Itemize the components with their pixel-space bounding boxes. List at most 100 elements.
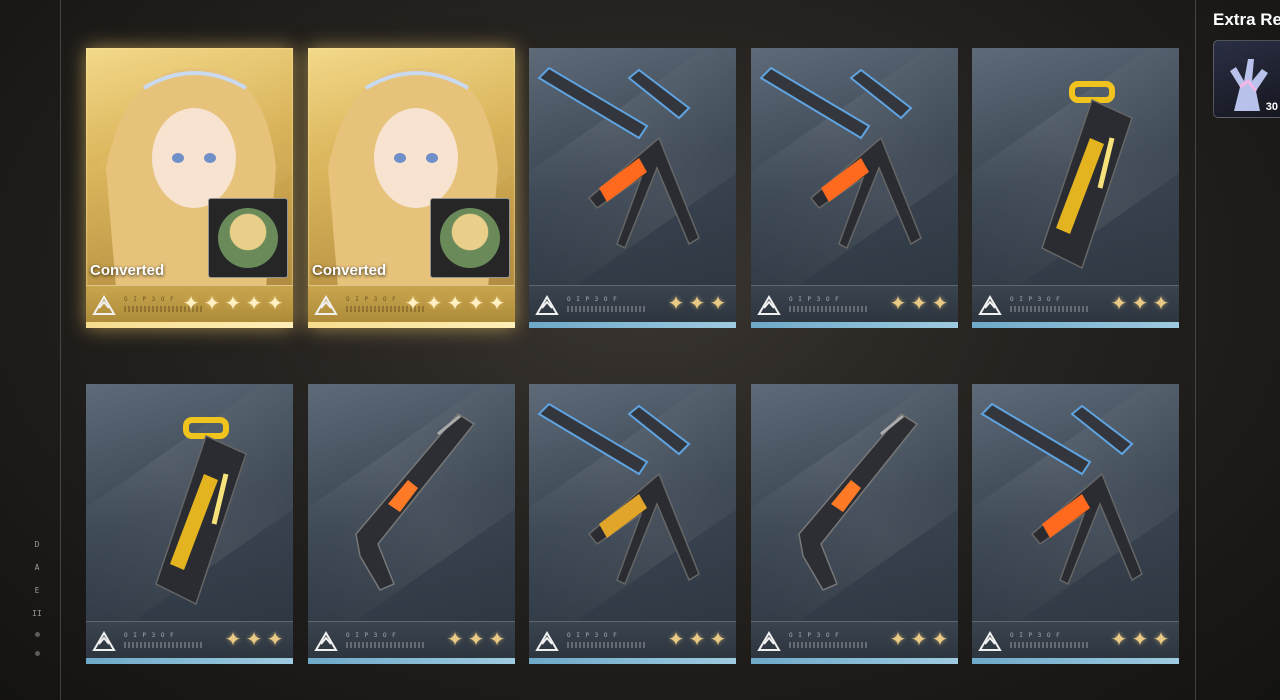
card-fine-print — [346, 642, 426, 648]
weapon-reward-card[interactable]: O I P 3 O F ✦ ✦ ✦ — [86, 384, 293, 664]
extra-rewards-panel: Extra Re 30 — [1205, 10, 1280, 118]
card-code: O I P 3 O F — [124, 632, 175, 639]
star-icon: ✦ — [1152, 293, 1170, 315]
card-footer: O I P 3 O F ✦ ✦ ✦ — [972, 621, 1179, 664]
card-code: O I P 3 O F — [1010, 296, 1061, 303]
crossbow-weapon-art — [759, 66, 922, 250]
star-icon: ✦ — [688, 629, 706, 651]
wings-emblem-icon — [92, 295, 116, 315]
weapon-art-frame — [972, 384, 1179, 624]
star-icon: ✦ — [709, 629, 727, 651]
card-code: O I P 3 O F — [789, 632, 840, 639]
star-icon: ✦ — [425, 293, 443, 315]
card-code: O I P 3 O F — [124, 296, 175, 303]
launcher-weapon-art — [155, 417, 247, 606]
card-footer: O I P 3 O F ✦ ✦ ✦ — [529, 621, 736, 664]
card-code: O I P 3 O F — [567, 296, 618, 303]
pistol-type-icon — [314, 631, 338, 651]
star-icon: ✦ — [889, 629, 907, 651]
star-icon: ✦ — [467, 293, 485, 315]
launcher-weapon-art — [1041, 81, 1133, 270]
rarity-stars: ✦ ✦ ✦ — [445, 628, 507, 652]
avatar — [208, 198, 288, 278]
side-rail: D A E II — [30, 540, 44, 656]
star-icon: ✦ — [910, 629, 928, 651]
converted-label: Converted — [90, 262, 165, 279]
star-icon: ✦ — [467, 629, 485, 651]
weapon-reward-card[interactable]: O I P 3 O F ✦ ✦ ✦ — [529, 384, 736, 664]
star-icon: ✦ — [889, 293, 907, 315]
card-footer: O I P 3 O F ✦ ✦ ✦ — [86, 621, 293, 664]
weapon-art-frame — [308, 384, 515, 624]
star-icon: ✦ — [446, 293, 464, 315]
frame-line-left — [60, 0, 61, 700]
rarity-stars: ✦ ✦ ✦ — [666, 292, 728, 316]
star-icon: ✦ — [709, 293, 727, 315]
card-footer: O I P 3 O F ✦ ✦ ✦ — [751, 621, 958, 664]
side-rail-mark: D — [34, 540, 40, 549]
star-icon: ✦ — [1152, 629, 1170, 651]
star-icon: ✦ — [488, 293, 506, 315]
star-icon: ✦ — [266, 629, 284, 651]
pistol-weapon-art — [355, 413, 476, 591]
side-rail-mark: A — [34, 563, 40, 572]
card-code: O I P 3 O F — [1010, 632, 1061, 639]
weapon-art-frame — [972, 48, 1179, 288]
star-icon: ✦ — [667, 293, 685, 315]
converted-label: Converted — [312, 262, 387, 279]
star-icon: ✦ — [404, 293, 422, 315]
weapon-reward-card[interactable]: O I P 3 O F ✦ ✦ ✦ — [529, 48, 736, 328]
character-reward-card[interactable]: Converted O I P 3 O F ✦ ✦ ✦ ✦ ✦ — [86, 48, 293, 328]
crossbow-type-icon — [978, 631, 1002, 651]
card-fine-print — [789, 306, 869, 312]
card-footer: O I P 3 O F ✦ ✦ ✦ — [529, 285, 736, 328]
card-footer: O I P 3 O F ✦ ✦ ✦ ✦ ✦ — [86, 285, 293, 328]
weapon-art-frame — [751, 48, 958, 288]
extra-rewards-title: Extra Re — [1213, 10, 1280, 29]
card-footer: O I P 3 O F ✦ ✦ ✦ — [972, 285, 1179, 328]
side-rail-dot — [34, 632, 40, 637]
card-fine-print — [567, 642, 647, 648]
rarity-stars: ✦ ✦ ✦ — [1109, 628, 1171, 652]
weapon-reward-card[interactable]: O I P 3 O F ✦ ✦ ✦ — [972, 384, 1179, 664]
weapon-reward-card[interactable]: O I P 3 O F ✦ ✦ ✦ — [308, 384, 515, 664]
card-footer: O I P 3 O F ✦ ✦ ✦ — [751, 285, 958, 328]
card-fine-print — [789, 642, 869, 648]
rarity-stars: ✦ ✦ ✦ — [888, 292, 950, 316]
crossbow-weapon-art — [537, 66, 700, 250]
rarity-stars: ✦ ✦ ✦ — [1109, 292, 1171, 316]
card-code: O I P 3 O F — [567, 632, 618, 639]
card-fine-print — [124, 642, 204, 648]
avatar-image — [218, 208, 278, 268]
extra-reward-item[interactable]: 30 — [1213, 40, 1280, 118]
star-icon: ✦ — [182, 293, 200, 315]
weapon-reward-card[interactable]: O I P 3 O F ✦ ✦ ✦ — [751, 48, 958, 328]
star-icon: ✦ — [245, 293, 263, 315]
star-icon: ✦ — [488, 629, 506, 651]
star-icon: ✦ — [446, 629, 464, 651]
launcher-type-icon — [978, 295, 1002, 315]
crossbow-weapon-art — [537, 402, 700, 586]
pistol-weapon-art — [798, 413, 919, 591]
frame-line-right — [1195, 0, 1196, 700]
rarity-stars: ✦ ✦ ✦ ✦ ✦ — [403, 292, 507, 316]
weapon-art-frame — [86, 384, 293, 624]
card-code: O I P 3 O F — [789, 296, 840, 303]
rarity-stars: ✦ ✦ ✦ — [223, 628, 285, 652]
pistol-type-icon — [757, 631, 781, 651]
side-rail-dot — [34, 651, 40, 656]
weapon-reward-card[interactable]: O I P 3 O F ✦ ✦ ✦ — [751, 384, 958, 664]
crossbow-type-icon — [757, 295, 781, 315]
character-reward-card[interactable]: Converted O I P 3 O F ✦ ✦ ✦ ✦ ✦ — [308, 48, 515, 328]
avatar-image — [440, 208, 500, 268]
rarity-stars: ✦ ✦ ✦ ✦ ✦ — [181, 292, 285, 316]
weapon-art-frame — [751, 384, 958, 624]
card-footer: O I P 3 O F ✦ ✦ ✦ ✦ ✦ — [308, 285, 515, 328]
weapon-art-frame — [529, 384, 736, 624]
weapon-art-frame — [529, 48, 736, 288]
side-rail-mark: II — [32, 609, 42, 618]
weapon-reward-card[interactable]: O I P 3 O F ✦ ✦ ✦ — [972, 48, 1179, 328]
card-fine-print — [1010, 306, 1090, 312]
star-icon: ✦ — [203, 293, 221, 315]
wings-emblem-icon — [314, 295, 338, 315]
